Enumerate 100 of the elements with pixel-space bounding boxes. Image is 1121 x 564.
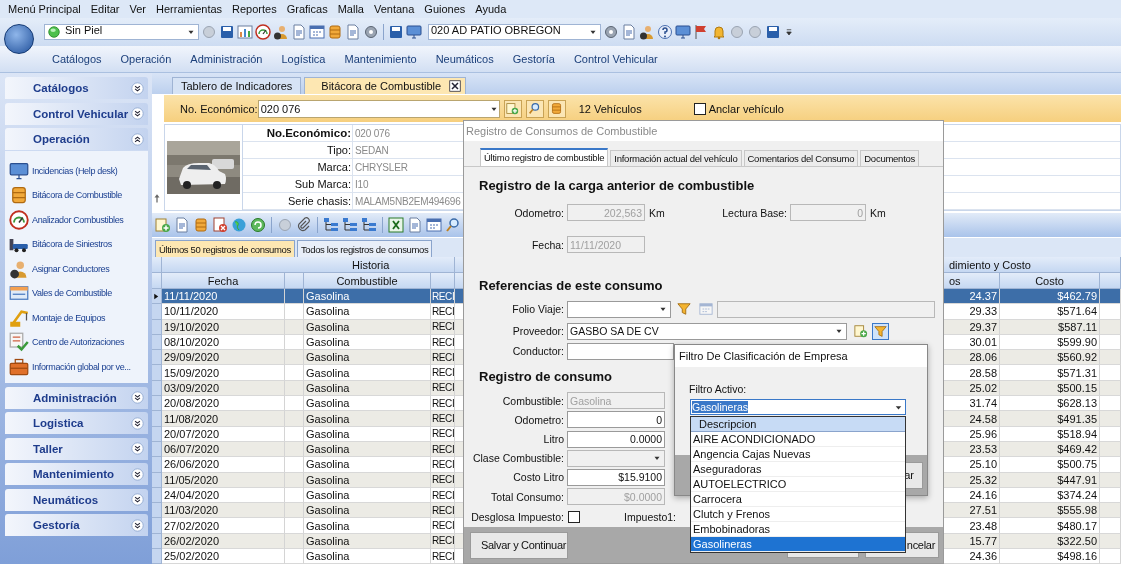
table-cell: Gasolina: [306, 305, 350, 318]
table-cell: RECI: [432, 382, 455, 394]
table-cell: Gasolina: [306, 351, 350, 364]
field-label: No.Económico:: [266, 127, 351, 139]
vehicle-count: 12 Vehículos: [578, 102, 642, 115]
table-cell: Gasolina: [306, 290, 350, 303]
table-cell: $447.91: [1057, 473, 1097, 486]
table-cell: Gasolina: [306, 443, 350, 456]
table-cell: RECI: [432, 290, 455, 302]
field-label: Proveedor:: [511, 325, 565, 338]
table-cell: 10/11/2020: [164, 305, 219, 318]
table-cell: RECI: [432, 535, 455, 547]
table-cell: 27.51: [969, 504, 997, 517]
section-heading: Registro de la carga anterior de combustible: [479, 178, 755, 194]
field-label: Odometro:: [513, 206, 565, 219]
table-cell: 29/09/2020: [164, 351, 220, 364]
table-cell: $555.98: [1057, 504, 1097, 517]
table-cell: Gasolina: [306, 381, 350, 394]
table-cell: RECI: [432, 336, 455, 348]
table-cell: Gasolina: [306, 366, 350, 379]
table-cell: RECI: [432, 351, 455, 363]
group-header: dimiento y Costo: [949, 258, 1031, 271]
table-cell: RECI: [432, 458, 455, 470]
table-cell: Gasolina: [306, 427, 350, 440]
field-value: I10: [355, 178, 369, 190]
table-cell: Gasolina: [306, 504, 350, 517]
table-cell: $462.79: [1057, 290, 1097, 303]
field-label: Conductor:: [511, 345, 565, 358]
field-label: Litro: [542, 433, 565, 446]
table-cell: 11/11/2020: [164, 290, 218, 303]
table-cell: $491.35: [1057, 412, 1097, 425]
table-cell: 11/03/2020: [164, 504, 219, 517]
field-label: Sub Marca:: [294, 178, 351, 190]
table-cell: 24.37: [969, 290, 997, 303]
table-cell: 30.01: [969, 336, 997, 349]
table-cell: 19/10/2020: [164, 320, 220, 333]
section-heading: Registro de consumo: [479, 368, 612, 384]
field-label: Tipo:: [326, 144, 351, 156]
field-label: Total Consumo:: [490, 490, 565, 503]
table-cell: 25.10: [969, 458, 997, 471]
table-cell: $587.11: [1058, 320, 1097, 333]
table-cell: $498.16: [1057, 550, 1097, 563]
field-label: Lectura Base:: [721, 206, 788, 219]
checkbox-label: Desglosa Impuesto:: [470, 511, 565, 524]
field-label: Impuesto1:: [623, 511, 677, 524]
table-cell: $480.17: [1057, 519, 1097, 532]
table-cell: Gasolina: [306, 534, 350, 547]
table-cell: RECI: [432, 520, 455, 532]
table-cell: $469.42: [1057, 443, 1097, 456]
table-cell: RECI: [432, 443, 455, 455]
table-cell: 08/10/2020: [164, 336, 220, 349]
table-cell: Gasolina: [306, 458, 350, 471]
field-label: Costo Litro: [512, 471, 565, 484]
field-label: Marca:: [317, 161, 351, 173]
table-cell: $500.15: [1057, 381, 1097, 394]
table-cell: 25/02/2020: [164, 550, 220, 563]
table-cell: 27/02/2020: [164, 519, 220, 532]
field-label: Clase Combustible:: [471, 452, 565, 465]
field-value: 020 076: [355, 127, 390, 139]
table-cell: 20/08/2020: [164, 397, 220, 410]
table-cell: 28.58: [969, 366, 997, 379]
field-label: Combustible:: [501, 394, 565, 407]
table-cell: 25.02: [969, 381, 997, 394]
table-cell: 15/09/2020: [164, 366, 220, 379]
table-cell: 24.58: [969, 412, 997, 425]
table-cell: Gasolina: [306, 320, 350, 333]
table-cell: $500.75: [1057, 458, 1097, 471]
table-cell: 28.06: [969, 351, 997, 364]
field-value: SEDAN: [355, 144, 389, 156]
table-cell: 24.16: [969, 489, 997, 501]
field-label: Filtro Activo:: [689, 383, 748, 397]
table-cell: Gasolina: [306, 473, 350, 486]
dialog-title: Registro de Consumos de Combustible: [466, 124, 658, 137]
table-cell: 24.36: [969, 550, 997, 563]
table-cell: RECI: [432, 474, 455, 486]
table-cell: RECI: [432, 321, 455, 333]
field-label: No. Económico:: [180, 102, 258, 115]
table-cell: Gasolina: [306, 489, 350, 501]
table-cell: 26/06/2020: [164, 458, 220, 471]
table-cell: $518.94: [1057, 427, 1097, 440]
table-cell: RECI: [432, 413, 455, 424]
table-cell: RECI: [432, 367, 455, 379]
unit-label: Km: [870, 206, 886, 219]
table-cell: RECI: [432, 397, 455, 409]
unit-label: Km: [649, 206, 666, 219]
table-cell: $628.13: [1057, 397, 1097, 410]
table-cell: $571.64: [1057, 305, 1097, 318]
table-cell: 15.77: [969, 534, 997, 547]
section-heading: Referencias de este consumo: [479, 278, 663, 294]
field-label: Serie chasis:: [288, 195, 351, 207]
table-cell: 23.48: [969, 519, 997, 532]
field-label: Fecha:: [530, 238, 565, 251]
table-cell: 03/09/2020: [164, 381, 220, 394]
table-cell: 29.33: [969, 305, 997, 318]
table-cell: RECI: [432, 489, 455, 501]
table-cell: 20/07/2020: [164, 427, 220, 440]
field-label: Odometro:: [513, 413, 565, 426]
table-cell: 24/04/2020: [164, 489, 220, 501]
table-cell: 11/05/2020: [164, 473, 219, 486]
table-cell: 25.32: [969, 473, 997, 486]
